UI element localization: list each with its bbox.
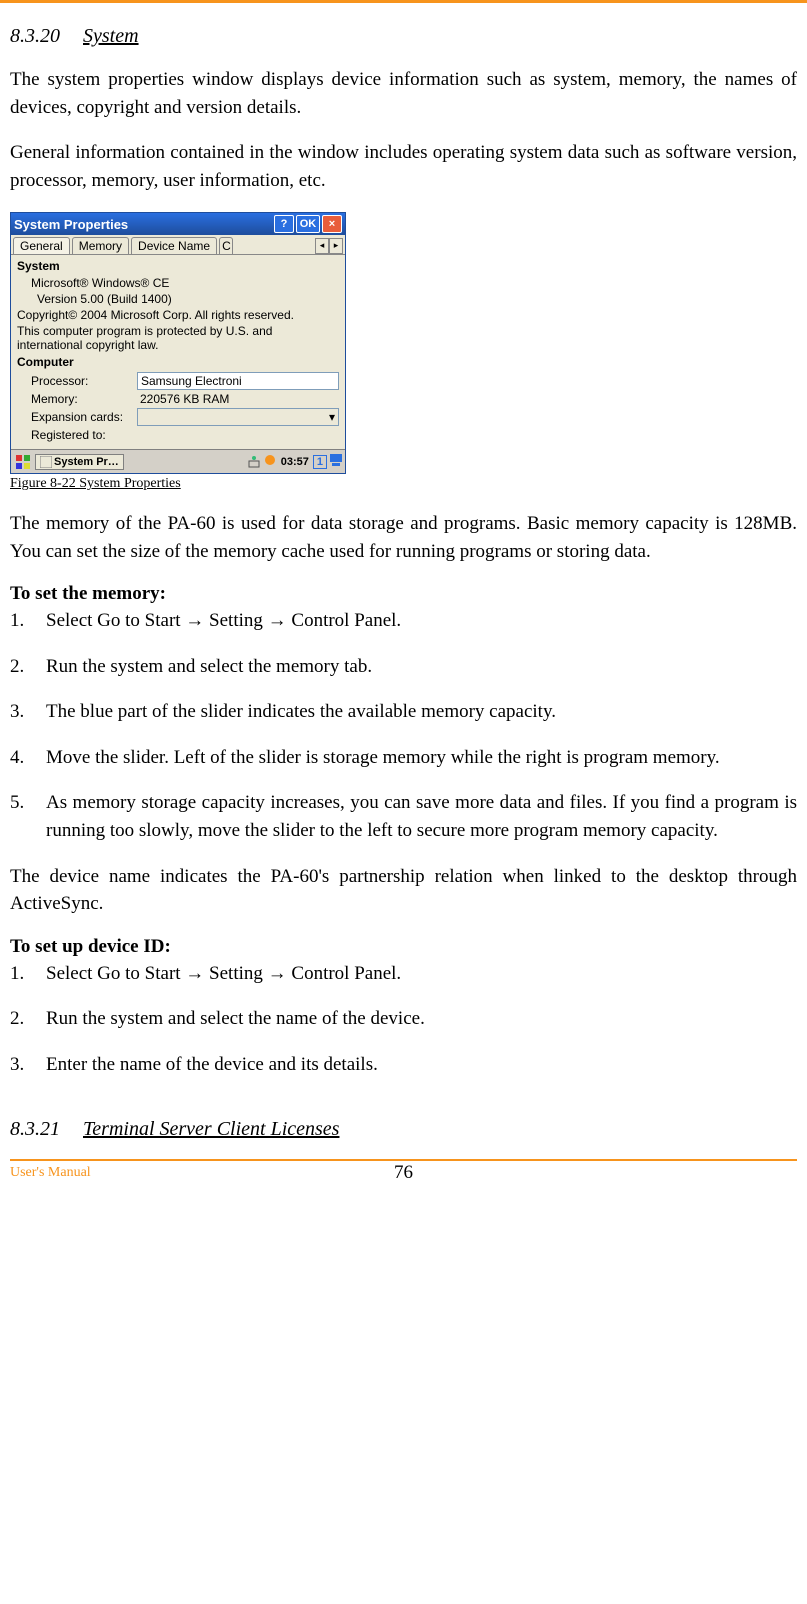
subheading-memory: To set the memory:	[10, 583, 797, 605]
page-bottom-rule	[10, 1159, 797, 1161]
step-text: Run the system and select the name of th…	[46, 1005, 797, 1033]
section-number: 8.3.20	[10, 25, 60, 47]
taskbar: System Pr… 03:57 1	[11, 449, 345, 473]
tab-scroll-left[interactable]: ◂	[315, 238, 329, 254]
step-text: The blue part of the slider indicates th…	[46, 698, 797, 726]
memory-value: 220576 KB RAM	[137, 392, 339, 406]
taskbar-app-label: System Pr…	[54, 456, 119, 468]
section-number: 8.3.21	[10, 1118, 60, 1140]
registered-label: Registered to:	[17, 428, 137, 442]
windows-flag-icon	[15, 454, 31, 470]
expansion-select[interactable]: ▾	[137, 408, 339, 426]
paragraph: The device name indicates the PA-60's pa…	[10, 863, 797, 918]
system-version: Version 5.00 (Build 1400)	[11, 291, 345, 307]
tray-keyboard-icon[interactable]: 1	[313, 455, 327, 469]
step-number: 3.	[10, 1051, 46, 1079]
step-number: 4.	[10, 744, 46, 772]
tray-clock[interactable]: 03:57	[279, 456, 311, 468]
memory-steps: 1.Select Go to Start → Setting → Control…	[10, 607, 797, 844]
tab-bar: General Memory Device Name C ◂ ▸	[11, 235, 345, 255]
taskbar-app[interactable]: System Pr…	[35, 454, 124, 470]
tray-network-icon[interactable]	[247, 455, 261, 469]
paragraph: The memory of the PA-60 is used for data…	[10, 510, 797, 565]
step-number: 3.	[10, 698, 46, 726]
step-text: Run the system and select the memory tab…	[46, 653, 797, 681]
help-button[interactable]: ?	[274, 215, 294, 233]
system-properties-dialog: System Properties ? OK × General Memory …	[10, 212, 346, 474]
group-computer: Computer	[11, 353, 345, 371]
close-button[interactable]: ×	[322, 215, 342, 233]
system-os: Microsoft® Windows® CE	[11, 275, 345, 291]
tab-general[interactable]: General	[13, 237, 70, 254]
step-number: 1.	[10, 607, 46, 635]
tab-overflow[interactable]: C	[219, 237, 233, 254]
tray-desktop-icon[interactable]	[329, 453, 343, 470]
start-button[interactable]	[13, 452, 33, 472]
tray-signal-icon[interactable]	[263, 453, 277, 470]
dialog-titlebar[interactable]: System Properties ? OK ×	[11, 213, 345, 235]
processor-field[interactable]: Samsung Electroni	[137, 372, 339, 390]
dialog-title: System Properties	[14, 217, 128, 232]
section-heading-1: 8.3.20 System	[10, 25, 797, 48]
paragraph: General information contained in the win…	[10, 139, 797, 194]
paragraph: The system properties window displays de…	[10, 66, 797, 121]
tab-device-name[interactable]: Device Name	[131, 237, 217, 254]
subheading-device-id: To set up device ID:	[10, 936, 797, 958]
page-top-rule	[0, 0, 807, 3]
step-text: Select Go to Start → Setting → Control P…	[46, 960, 797, 988]
section-title: System	[83, 25, 139, 47]
tab-memory[interactable]: Memory	[72, 237, 129, 254]
footer-title: User's Manual	[10, 1165, 91, 1181]
page-footer: User's Manual 76	[10, 1165, 797, 1181]
group-system: System	[11, 257, 345, 275]
section-heading-2: 8.3.21 Terminal Server Client Licenses	[10, 1118, 797, 1141]
step-text: Select Go to Start → Setting → Control P…	[46, 607, 797, 635]
step-text: Move the slider. Left of the slider is s…	[46, 744, 797, 772]
tab-scroll-right[interactable]: ▸	[329, 238, 343, 254]
step-number: 2.	[10, 653, 46, 681]
step-number: 2.	[10, 1005, 46, 1033]
step-number: 1.	[10, 960, 46, 988]
step-text: As memory storage capacity increases, yo…	[46, 789, 797, 844]
device-id-steps: 1.Select Go to Start → Setting → Control…	[10, 960, 797, 1079]
figure-caption: Figure 8-22 System Properties	[10, 476, 797, 492]
ok-button[interactable]: OK	[296, 215, 320, 233]
step-text: Enter the name of the device and its det…	[46, 1051, 797, 1079]
processor-label: Processor:	[17, 374, 137, 388]
system-legal: This computer program is protected by U.…	[11, 323, 345, 353]
system-copyright: Copyright© 2004 Microsoft Corp. All righ…	[11, 307, 345, 323]
memory-label: Memory:	[17, 392, 137, 406]
page-number: 76	[394, 1162, 413, 1184]
expansion-label: Expansion cards:	[17, 410, 137, 424]
app-icon	[40, 456, 52, 468]
section-title: Terminal Server Client Licenses	[83, 1118, 339, 1140]
step-number: 5.	[10, 789, 46, 844]
